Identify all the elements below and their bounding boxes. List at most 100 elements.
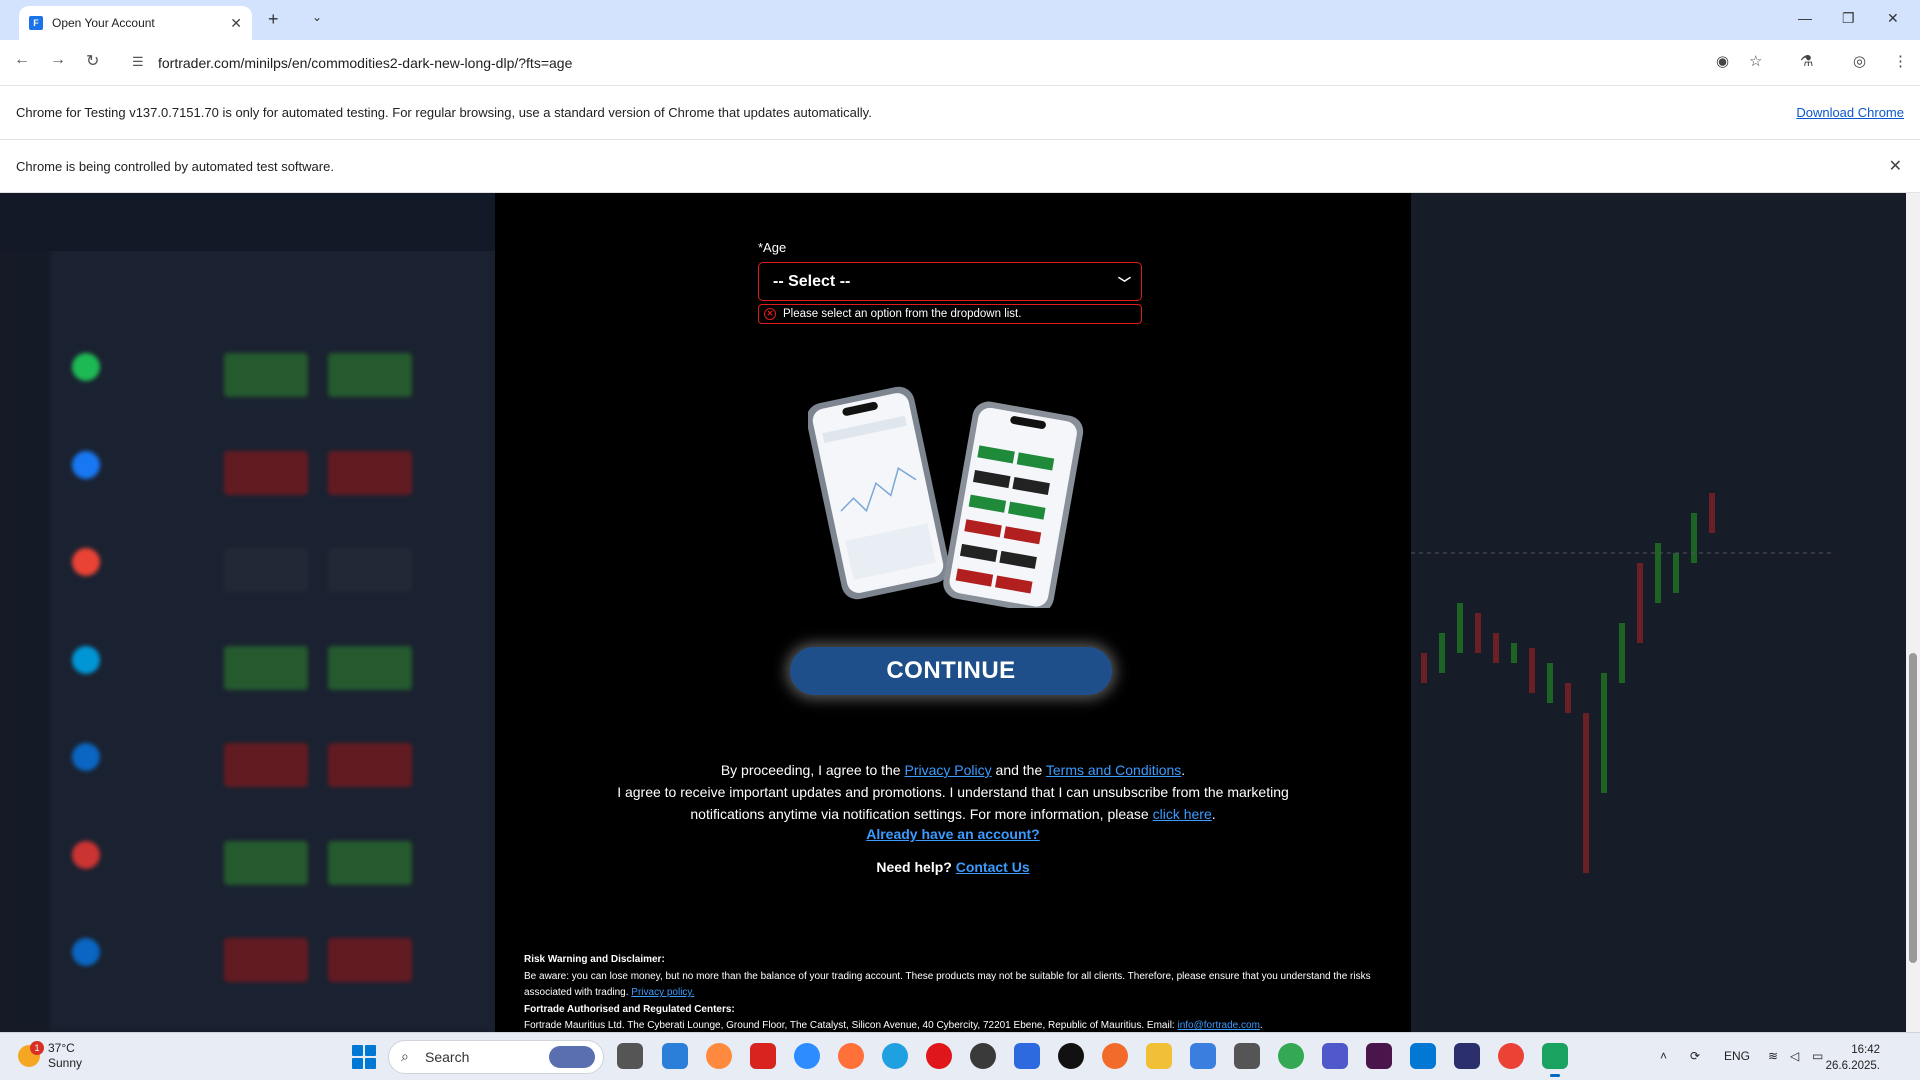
weather-temp: 37°C bbox=[48, 1041, 75, 1055]
weather-widget[interactable]: 1 37°C Sunny bbox=[18, 1041, 82, 1071]
taskbar-search[interactable]: ⌕ Search bbox=[388, 1040, 604, 1074]
legal-line1-mid: and the bbox=[991, 762, 1046, 778]
infobar-close-icon[interactable]: ✕ bbox=[1889, 156, 1902, 176]
chrome-icon-2[interactable] bbox=[1498, 1043, 1524, 1069]
legal-consent-text: By proceeding, I agree to the Privacy Po… bbox=[605, 759, 1301, 825]
window-close-icon[interactable]: ✕ bbox=[1887, 10, 1899, 27]
back-arrow-icon[interactable]: ← bbox=[14, 51, 30, 69]
age-error-message: ✕ Please select an option from the dropd… bbox=[758, 304, 1142, 324]
minimize-icon[interactable]: — bbox=[1798, 10, 1812, 26]
blurred-chart-area bbox=[1411, 193, 1920, 1032]
browser-toolbar: ← → ↻ ☰ fortrader.com/minilps/en/commodi… bbox=[0, 40, 1920, 86]
restore-icon[interactable]: ❐ bbox=[1842, 10, 1855, 27]
edge-icon[interactable] bbox=[882, 1043, 908, 1069]
eye-off-icon[interactable]: ◉ bbox=[1716, 52, 1729, 70]
phones-illustration bbox=[808, 386, 1084, 608]
legal-line1-prefix: By proceeding, I agree to the bbox=[720, 762, 905, 778]
opera-icon[interactable] bbox=[926, 1043, 952, 1069]
tab-title: Open Your Account bbox=[52, 16, 155, 30]
tab-open-your-account[interactable]: F Open Your Account ✕ bbox=[19, 6, 252, 40]
scrollbar-thumb[interactable] bbox=[1909, 653, 1917, 963]
windows-start-icon[interactable] bbox=[352, 1045, 376, 1069]
chevron-down-icon: ﹀ bbox=[1117, 276, 1131, 291]
jetbrains-icon[interactable] bbox=[1454, 1043, 1480, 1069]
site-info-icon[interactable]: ☰ bbox=[132, 54, 144, 70]
centers-title: Fortrade Authorised and Regulated Center… bbox=[524, 1003, 735, 1015]
zoom-icon[interactable] bbox=[794, 1043, 820, 1069]
tab-search-chevron-icon[interactable]: ⌄ bbox=[312, 10, 322, 24]
need-help-label: Need help? bbox=[876, 859, 952, 875]
windows-taskbar: 1 37°C Sunny ⌕ Search ˄ ⟳ ENG ≋ ◁ ▭ 16:4… bbox=[0, 1032, 1920, 1080]
pen-app-icon[interactable] bbox=[1102, 1043, 1128, 1069]
company-address: Fortrade Mauritius Ltd. The Cyberati Lou… bbox=[524, 1020, 1178, 1031]
tab-strip: F Open Your Account ✕ + ⌄ — ❐ ✕ bbox=[0, 0, 1920, 40]
click-here-link[interactable]: click here bbox=[1153, 806, 1212, 822]
fortrade-favicon-icon: F bbox=[29, 16, 43, 30]
azure-icon[interactable] bbox=[1190, 1043, 1216, 1069]
automation-infobar-text: Chrome is being controlled by automated … bbox=[16, 158, 334, 174]
tray-chevron-up-icon[interactable]: ˄ bbox=[1660, 1049, 1667, 1063]
menu-kebab-icon[interactable]: ⋮ bbox=[1893, 52, 1908, 70]
address-suffix: . bbox=[1259, 1020, 1263, 1031]
address-bar[interactable]: ☰ fortrader.com/minilps/en/commodities2-… bbox=[122, 47, 1770, 79]
notification-badge: 1 bbox=[30, 1041, 44, 1055]
blurred-sidebar bbox=[0, 193, 50, 1032]
terms-link[interactable]: Terms and Conditions bbox=[1046, 762, 1181, 778]
blurred-instrument-list bbox=[0, 193, 496, 1032]
slack-icon[interactable] bbox=[1366, 1043, 1392, 1069]
testing-infobar: Chrome for Testing v137.0.7151.70 is onl… bbox=[0, 86, 1920, 140]
firefox-icon[interactable] bbox=[838, 1043, 864, 1069]
wordpress-icon[interactable] bbox=[970, 1043, 996, 1069]
age-select-value: -- Select -- bbox=[773, 272, 851, 290]
file-explorer-icon[interactable] bbox=[1146, 1043, 1172, 1069]
privacy-policy-link[interactable]: Privacy Policy bbox=[905, 762, 992, 778]
age-select[interactable]: -- Select -- ﹀ bbox=[758, 262, 1142, 301]
labs-flask-icon[interactable]: ⚗ bbox=[1800, 52, 1813, 70]
download-chrome-link[interactable]: Download Chrome bbox=[1796, 105, 1904, 120]
risk-warning: Risk Warning and Disclaimer: Be aware: y… bbox=[524, 952, 1384, 1032]
legal-line2-suffix: . bbox=[1211, 806, 1216, 822]
teams-icon[interactable] bbox=[1322, 1043, 1348, 1069]
search-placeholder: Search bbox=[425, 1049, 470, 1065]
reload-icon[interactable]: ↻ bbox=[86, 51, 99, 71]
contact-us-link[interactable]: Contact Us bbox=[956, 859, 1030, 875]
bookmark-star-icon[interactable]: ☆ bbox=[1749, 52, 1762, 70]
app-icon-orange[interactable] bbox=[706, 1043, 732, 1069]
testing-infobar-text: Chrome for Testing v137.0.7151.70 is onl… bbox=[16, 105, 872, 120]
help-row: Need help? Contact Us bbox=[495, 859, 1411, 875]
system-clock[interactable]: 16:42 26.6.2025. bbox=[1826, 1042, 1880, 1074]
sun-icon: 1 bbox=[18, 1041, 44, 1067]
task-view-icon[interactable] bbox=[617, 1043, 643, 1069]
outlook-icon[interactable] bbox=[1410, 1043, 1436, 1069]
weather-desc: Sunny bbox=[48, 1056, 83, 1070]
chrome-icon[interactable] bbox=[1278, 1043, 1304, 1069]
tab-close-icon[interactable]: ✕ bbox=[230, 15, 242, 32]
battery-icon[interactable]: ▭ bbox=[1812, 1049, 1823, 1063]
risk-privacy-link[interactable]: Privacy policy. bbox=[631, 987, 694, 998]
shield-app-icon[interactable] bbox=[1014, 1043, 1040, 1069]
inkscape-icon[interactable] bbox=[1234, 1043, 1260, 1069]
acrobat-icon[interactable] bbox=[750, 1043, 776, 1069]
continue-button[interactable]: CONTINUE bbox=[790, 647, 1112, 695]
new-tab-button[interactable]: + bbox=[268, 9, 279, 30]
blurred-candlestick-chart bbox=[1411, 493, 1831, 873]
wifi-icon[interactable]: ≋ bbox=[1768, 1049, 1778, 1063]
sync-icon[interactable]: ⟳ bbox=[1690, 1049, 1700, 1063]
already-have-account-link[interactable]: Already have an account? bbox=[866, 826, 1040, 842]
clock-date: 26.6.2025. bbox=[1825, 1060, 1880, 1072]
age-label: *Age bbox=[758, 240, 787, 255]
signup-modal: *Age -- Select -- ﹀ ✕ Please select an o… bbox=[495, 193, 1411, 1032]
error-x-icon: ✕ bbox=[764, 308, 776, 320]
email-link[interactable]: info@fortrade.com bbox=[1178, 1020, 1260, 1031]
teamviewer-icon[interactable] bbox=[662, 1043, 688, 1069]
page-scrollbar[interactable] bbox=[1906, 193, 1920, 1032]
already-account-row: Already have an account? bbox=[495, 826, 1411, 842]
dark-app-icon[interactable] bbox=[1058, 1043, 1084, 1069]
profile-icon[interactable]: ◎ bbox=[1853, 52, 1866, 70]
legal-line1-suffix: . bbox=[1181, 762, 1186, 778]
forward-arrow-icon[interactable]: → bbox=[50, 51, 66, 69]
risk-title: Risk Warning and Disclaimer: bbox=[524, 954, 665, 965]
language-indicator[interactable]: ENG bbox=[1724, 1049, 1750, 1063]
chrome-testing-icon[interactable] bbox=[1542, 1043, 1568, 1077]
volume-icon[interactable]: ◁ bbox=[1790, 1049, 1799, 1063]
